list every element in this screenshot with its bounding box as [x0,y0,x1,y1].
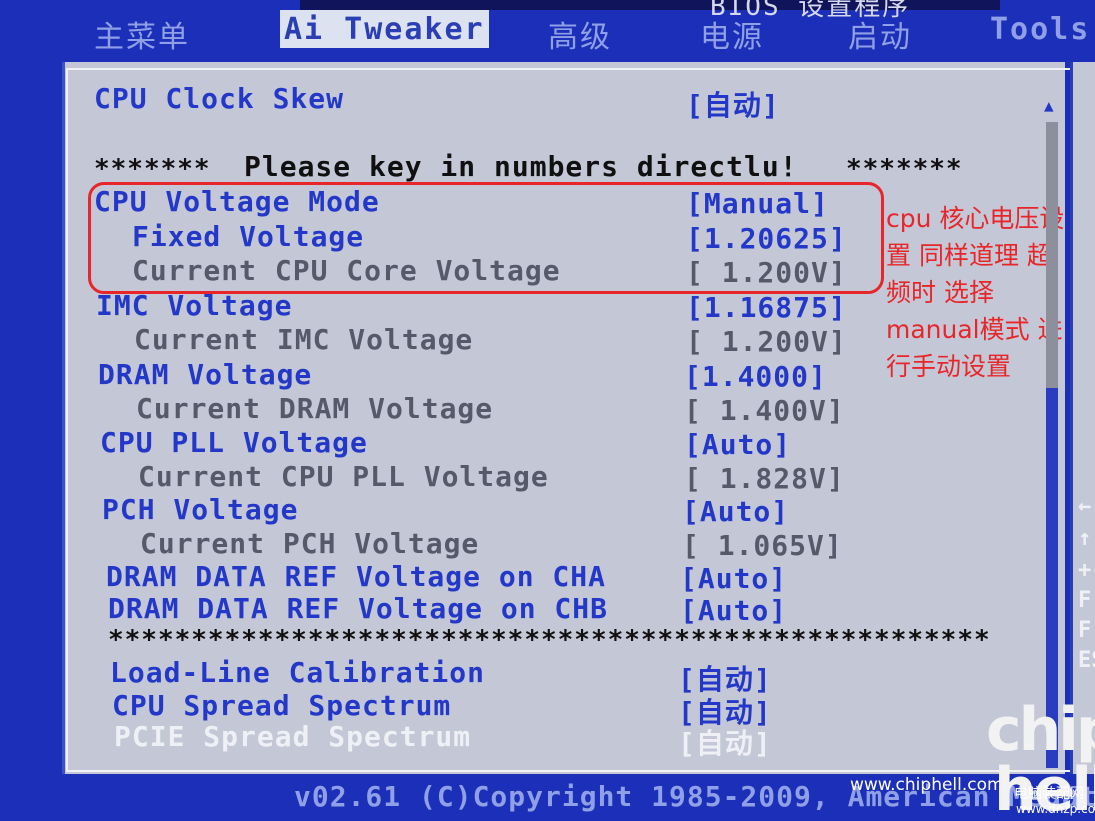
current-pch-voltage-label: Current PCH Voltage [140,527,480,560]
dram-ref-chb-label[interactable]: DRAM DATA REF Voltage on CHB [108,592,608,625]
notice-text: Please key in numbers directlu! [244,150,798,183]
cpu-spread-label[interactable]: CPU Spread Spectrum [112,689,451,722]
separator-stars: ****************************************… [108,625,991,655]
pcie-spread-label: PCIE Spread Spectrum [114,720,472,753]
scrollbar-thumb[interactable] [1046,122,1058,388]
help-key-plus-minus: +- [1078,558,1095,583]
bios-screen: BIOS 设置程序 主菜单 Ai Tweaker 高级 电源 启动 Tools … [0,0,1095,821]
help-key-left-arrow: ← [1078,494,1092,519]
pch-voltage-label[interactable]: PCH Voltage [102,493,298,526]
current-cpu-pll-voltage-label: Current CPU PLL Voltage [138,460,549,493]
pcie-spread-value: [自动] [678,727,772,760]
tab-ai-tweaker[interactable]: Ai Tweaker [280,10,489,48]
dram-voltage-label[interactable]: DRAM Voltage [98,358,312,391]
dram-ref-cha-label[interactable]: DRAM DATA REF Voltage on CHA [106,560,606,593]
scroll-up-arrow-icon[interactable]: ▲ [1044,96,1054,115]
pch-voltage-value[interactable]: [Auto] [682,495,789,528]
help-key-esc: ES [1078,648,1095,673]
current-imc-voltage-value: [ 1.200V] [686,325,847,358]
dram-ref-cha-value[interactable]: [Auto] [680,562,787,595]
help-key-f10: F [1078,618,1092,643]
watermark-site: www.chiphell.com [850,775,1004,795]
help-key-up-arrow: ↑ [1078,526,1092,551]
current-dram-voltage-label: Current DRAM Voltage [136,392,494,425]
menu-bar: 主菜单 Ai Tweaker 高级 电源 启动 Tools [58,8,1095,55]
tab-tools[interactable]: Tools [990,12,1090,47]
highlight-box [88,182,884,294]
current-dram-voltage-value: [ 1.400V] [684,394,845,427]
watermark-url: www.dnzp.com [1016,802,1095,816]
dram-voltage-value[interactable]: [1.4000] [684,360,827,393]
cpu-clock-skew-label[interactable]: CPU Clock Skew [94,82,344,115]
cpu-pll-voltage-label[interactable]: CPU PLL Voltage [100,426,368,459]
tab-advanced[interactable]: 高级 [548,12,612,56]
current-cpu-pll-voltage-value: [ 1.828V] [684,462,845,495]
current-pch-voltage-value: [ 1.065V] [682,529,843,562]
notice-stars-right: ******* [846,154,963,184]
watermark-cn: 电脑装配网 [1014,786,1084,802]
cpu-pll-voltage-value[interactable]: [Auto] [684,428,791,461]
dram-ref-chb-value[interactable]: [Auto] [680,594,787,627]
tab-power[interactable]: 电源 [700,12,764,56]
tab-main[interactable]: 主菜单 [94,12,190,56]
current-imc-voltage-label: Current IMC Voltage [134,323,474,356]
help-key-f1: F [1078,588,1092,613]
notice-stars-left: ******* [94,154,211,184]
imc-voltage-value[interactable]: [1.16875] [686,291,847,324]
load-line-label[interactable]: Load-Line Calibration [110,656,485,689]
cpu-clock-skew-value[interactable]: [自动] [686,84,780,124]
tab-boot[interactable]: 启动 [848,12,912,56]
